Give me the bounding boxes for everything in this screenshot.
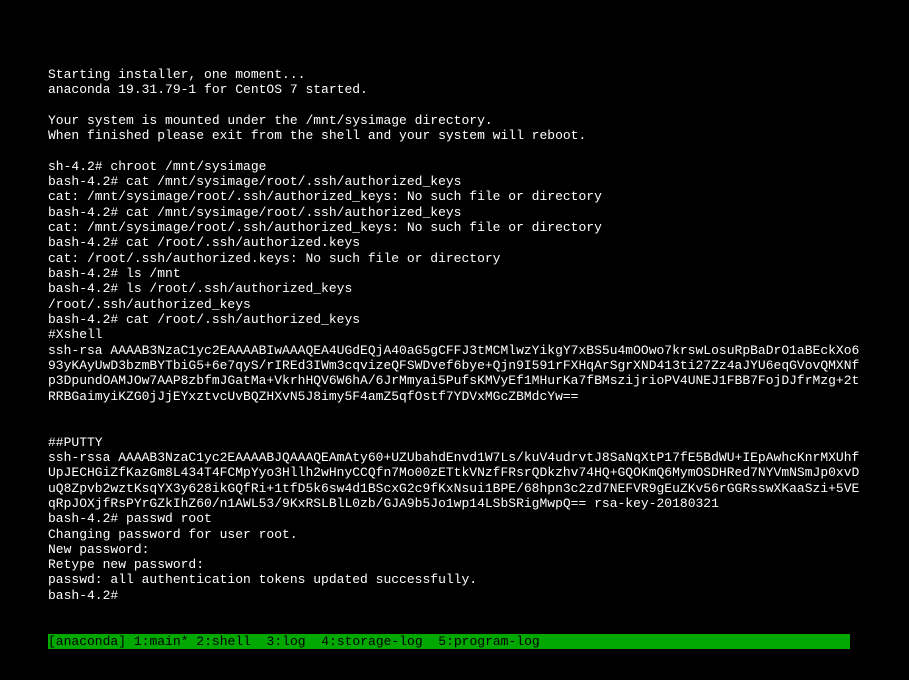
- terminal-line: [48, 404, 861, 419]
- terminal-line: anaconda 19.31.79-1 for CentOS 7 started…: [48, 82, 861, 97]
- terminal-line: cat: /mnt/sysimage/root/.ssh/authorized_…: [48, 220, 861, 235]
- tab-shell[interactable]: 2:shell: [196, 634, 251, 649]
- terminal-output[interactable]: Starting installer, one moment...anacond…: [48, 36, 861, 649]
- terminal-line: bash-4.2# cat /root/.ssh/authorized.keys: [48, 235, 861, 250]
- terminal-line: Your system is mounted under the /mnt/sy…: [48, 113, 861, 128]
- tab-storage-log[interactable]: 4:storage-log: [321, 634, 422, 649]
- terminal-line: [48, 97, 861, 112]
- terminal-line: Starting installer, one moment...: [48, 67, 861, 82]
- terminal-line: bash-4.2#: [48, 588, 861, 603]
- terminal-line: ##PUTTY: [48, 435, 861, 450]
- terminal-line: #Xshell: [48, 327, 861, 342]
- terminal-line: bash-4.2# cat /mnt/sysimage/root/.ssh/au…: [48, 174, 861, 189]
- terminal-line: bash-4.2# ls /root/.ssh/authorized_keys: [48, 281, 861, 296]
- terminal-line: ssh-rsa AAAAB3NzaC1yc2EAAAABIwAAAQEA4UGd…: [48, 343, 861, 404]
- tab-main[interactable]: 1:main*: [134, 634, 189, 649]
- terminal-line: [48, 143, 861, 158]
- terminal-line: sh-4.2# chroot /mnt/sysimage: [48, 159, 861, 174]
- terminal-line: bash-4.2# cat /root/.ssh/authorized_keys: [48, 312, 861, 327]
- terminal-line: passwd: all authentication tokens update…: [48, 572, 861, 587]
- terminal-line: Changing password for user root.: [48, 527, 861, 542]
- terminal-line: [48, 419, 861, 434]
- tab-log[interactable]: 3:log: [267, 634, 306, 649]
- terminal-line: Retype new password:: [48, 557, 861, 572]
- terminal-line: cat: /mnt/sysimage/root/.ssh/authorized_…: [48, 189, 861, 204]
- terminal-line: ssh-rssa AAAAB3NzaC1yc2EAAAABJQAAAQEAmAt…: [48, 450, 861, 511]
- terminal-line: /root/.ssh/authorized_keys: [48, 297, 861, 312]
- terminal-line: bash-4.2# ls /mnt: [48, 266, 861, 281]
- terminal-line: cat: /root/.ssh/authorized.keys: No such…: [48, 251, 861, 266]
- session-name: [anaconda]: [48, 634, 126, 649]
- tab-program-log[interactable]: 5:program-log: [438, 634, 539, 649]
- terminal-line: bash-4.2# cat /mnt/sysimage/root/.ssh/au…: [48, 205, 861, 220]
- terminal-line: New password:: [48, 542, 861, 557]
- terminal-line: When finished please exit from the shell…: [48, 128, 861, 143]
- tmux-status-bar: [anaconda] 1:main* 2:shell 3:log 4:stora…: [48, 634, 850, 649]
- terminal-line: bash-4.2# passwd root: [48, 511, 861, 526]
